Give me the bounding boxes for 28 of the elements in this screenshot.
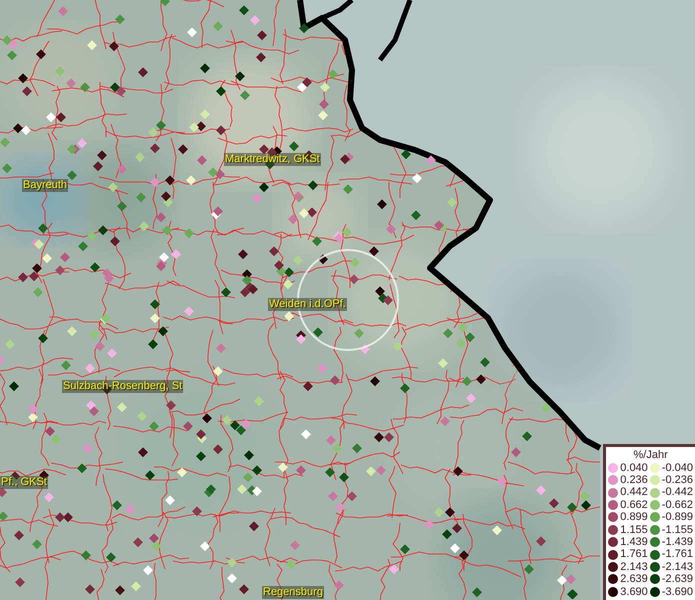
legend-value: -1.761 [662, 548, 693, 561]
place-label: Pf., GKSt [0, 476, 48, 489]
legend-value: -0.662 [662, 498, 693, 512]
legend-value: -2.639 [662, 573, 693, 586]
legend-value: -0.442 [662, 486, 693, 499]
legend-value: 0.040 [620, 462, 648, 474]
legend-value: -1.439 [662, 536, 693, 548]
legend-value: -0.236 [662, 474, 693, 486]
place-label: Weiden i.d.OPf. [268, 298, 347, 311]
legend-value: -0.899 [662, 511, 693, 524]
legend-value: 0.236 [620, 474, 648, 486]
legend-title: %/Jahr [632, 448, 669, 462]
legend-value: 0.662 [620, 498, 648, 512]
place-label: Bayreuth [22, 179, 68, 192]
legend-value: 1.155 [620, 524, 648, 536]
legend-value: 1.439 [620, 536, 648, 548]
legend-value: -2.143 [662, 560, 693, 574]
legend-value: -3.690 [662, 586, 693, 598]
legend-value: 2.639 [620, 573, 648, 586]
legend-value: 3.690 [620, 586, 648, 598]
place-label: Sulzbach-Rosenberg, St [62, 380, 184, 393]
legend-value: 0.899 [620, 511, 648, 524]
legend-value: -1.155 [662, 524, 693, 536]
legend-value: 2.143 [620, 560, 648, 574]
legend-value: 0.442 [620, 486, 648, 499]
legend-value: 1.761 [620, 548, 648, 561]
place-label: Regensburg [262, 586, 324, 599]
legend-value: -0.040 [662, 462, 693, 474]
